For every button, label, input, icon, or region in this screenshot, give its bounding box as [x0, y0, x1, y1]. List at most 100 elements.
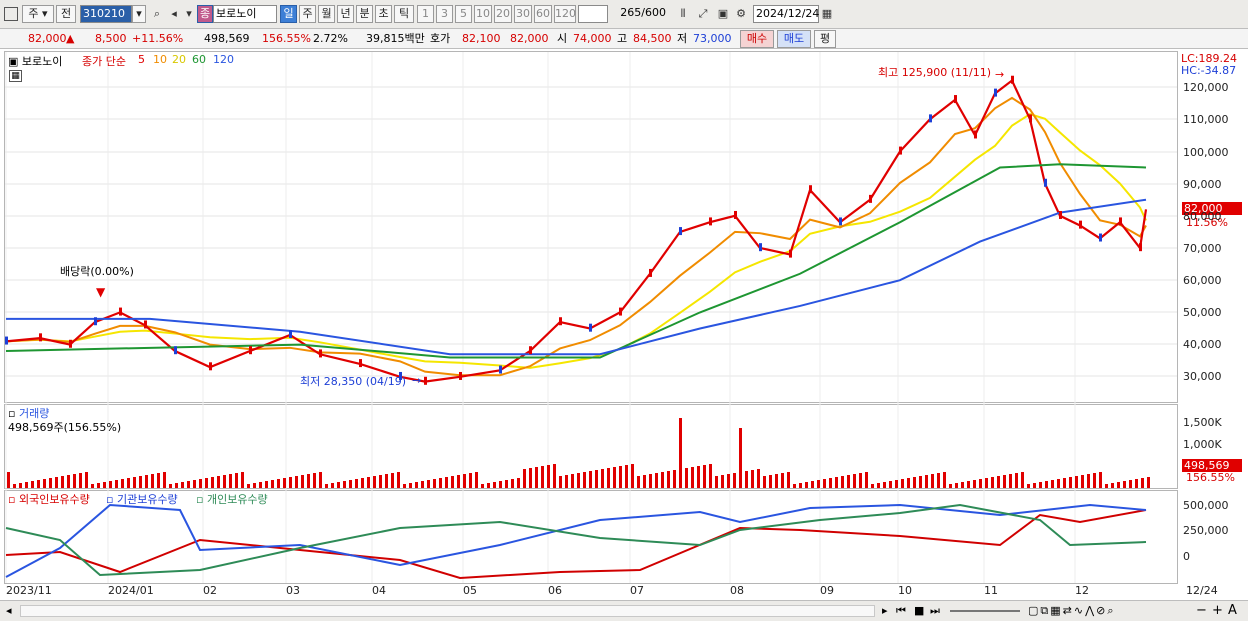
scroll-left-icon[interactable]: ◂: [6, 604, 12, 617]
volume-bar: [85, 472, 88, 488]
date-tick: 05: [463, 584, 477, 597]
candle: [994, 88, 997, 97]
candle: [39, 333, 42, 342]
volume-bar: [343, 481, 346, 488]
date-tick: 04: [372, 584, 386, 597]
grid-icon[interactable]: ▦: [9, 70, 22, 82]
volume-bar: [535, 467, 538, 488]
volume-bar: [1099, 472, 1102, 488]
volume-bar: [283, 478, 286, 488]
volume-bar: [583, 472, 586, 488]
candle: [839, 217, 842, 226]
high-annotation: 최고 125,900 (11/11): [878, 66, 992, 79]
date-tick: 12/24: [1186, 584, 1218, 597]
candle: [869, 194, 872, 203]
candle: [649, 268, 652, 277]
hc-value: HC:-34.87: [1181, 64, 1237, 77]
candle: [69, 339, 72, 348]
date-tick: 09: [820, 584, 834, 597]
y-tick: 80,000: [1183, 210, 1222, 223]
volume-bar: [433, 479, 436, 488]
zoom-out-icon[interactable]: −: [1196, 603, 1207, 618]
candle: [619, 307, 622, 316]
rewind-icon[interactable]: ⏮: [896, 604, 906, 618]
volume-bar: [1087, 474, 1090, 488]
candle: [1139, 243, 1142, 252]
volume-bar: [19, 483, 22, 488]
volume-bar: [685, 468, 688, 488]
volume-bar: [703, 465, 706, 488]
volume-bar: [205, 478, 208, 488]
foreign-holding-line: [5, 509, 1147, 580]
volume-bar: [913, 477, 916, 488]
candle: [899, 146, 902, 155]
date-tick: 11: [984, 584, 998, 597]
volume-bar: [421, 481, 424, 488]
volume-bar: [331, 483, 334, 488]
volume-bar: [319, 472, 322, 488]
volume-bar: [1015, 473, 1018, 488]
y-tick: 60,000: [1183, 274, 1222, 287]
volume-bar: [229, 474, 232, 488]
volume-bar: [595, 470, 598, 488]
ma-label: 종가 단순: [82, 55, 126, 68]
volume-bar: [697, 466, 700, 488]
volume-bar: [541, 466, 544, 488]
candle: [954, 95, 957, 104]
bottom-scroll-bar: ◂ ▸ ⏮ ■ ⏭ ▢⧉▦⇄∿⋀⊘⌕ − + A: [0, 600, 1248, 621]
candle: [359, 359, 362, 368]
scroll-right-icon[interactable]: ▸: [882, 604, 888, 617]
font-size-icon[interactable]: A: [1228, 603, 1237, 618]
candle: [1079, 220, 1082, 229]
volume-bar: [673, 470, 676, 488]
zoom-slider[interactable]: [950, 610, 1020, 612]
volume-bar: [973, 480, 976, 488]
volume-bar: [13, 484, 16, 488]
volume-bar: [1117, 482, 1120, 488]
volume-bar: [445, 477, 448, 488]
volume-bar: [67, 475, 70, 488]
candle: [809, 185, 812, 194]
institution-holding-label: ▫ 기관보유수량: [106, 493, 178, 506]
volume-bar: [721, 475, 724, 488]
volume-bar: [37, 480, 40, 488]
volume-bar: [199, 479, 202, 488]
volume-bar: [775, 474, 778, 488]
volume-bar: [1027, 484, 1030, 488]
ma120-line: [6, 198, 1147, 356]
volume-bar: [193, 480, 196, 488]
volume-bar: [1135, 479, 1138, 488]
volume-bar: [787, 472, 790, 488]
stop-icon[interactable]: ■: [914, 604, 924, 617]
holding-tick: 0: [1183, 550, 1190, 563]
volume-bar: [871, 484, 874, 488]
volume-bar: [625, 465, 628, 488]
volume-bar: [1003, 475, 1006, 488]
volume-bar: [55, 477, 58, 488]
candle: [1119, 217, 1122, 226]
volume-bar: [1123, 481, 1126, 488]
vol-tick: 1,000K: [1183, 438, 1222, 451]
horizontal-scrollbar[interactable]: [20, 605, 875, 617]
volume-bar: [493, 482, 496, 488]
volume-bar: [907, 478, 910, 488]
volume-bar: [523, 469, 526, 488]
volume-bar: [1021, 472, 1024, 488]
ma10-line: [5, 96, 1147, 377]
volume-bar: [565, 475, 568, 488]
volume-bar: [799, 483, 802, 488]
chart-tools-icon[interactable]: ▢⧉▦⇄∿⋀⊘⌕: [1028, 604, 1115, 618]
volume-bar: [487, 483, 490, 488]
zoom-in-icon[interactable]: +: [1212, 603, 1223, 618]
y-tick: 120,000: [1183, 81, 1229, 94]
volume-bar: [853, 474, 856, 488]
volume-bar: [943, 472, 946, 488]
volume-bar: [967, 481, 970, 488]
date-tick: 2024/01: [108, 584, 154, 597]
volume-bar: [373, 476, 376, 488]
forward-icon[interactable]: ⏭: [930, 604, 940, 618]
volume-bar: [751, 470, 754, 488]
volume-bar: [175, 483, 178, 488]
volume-bar: [307, 474, 310, 488]
candle: [249, 346, 252, 355]
